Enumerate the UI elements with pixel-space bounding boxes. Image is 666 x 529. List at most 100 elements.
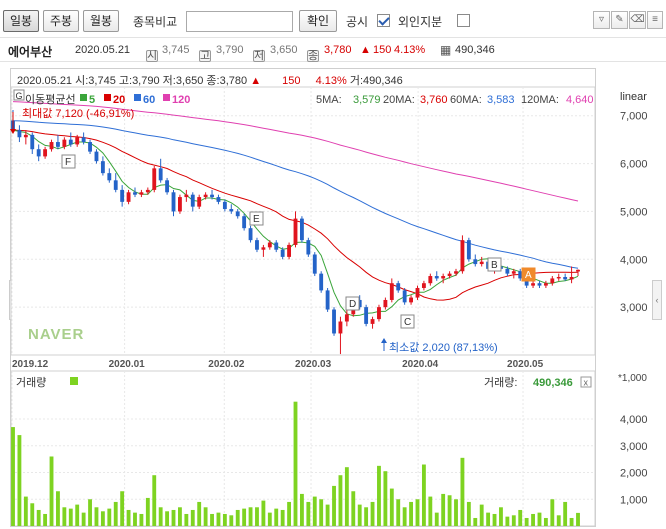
volume-bar [184, 513, 189, 526]
candle-body [88, 142, 92, 152]
candle-body [389, 283, 394, 300]
volume-bar [75, 504, 80, 526]
legend-ma120-swatch [163, 94, 170, 101]
ma120-name: 120MA: [521, 94, 559, 106]
volume-bar [43, 513, 48, 526]
volume-bar [447, 495, 452, 526]
volume-bar [235, 509, 240, 526]
price-tick-label: 5,000 [620, 206, 648, 218]
volume-bar [274, 508, 279, 526]
legend-ma60-swatch [134, 94, 141, 101]
volume-bar [120, 491, 125, 526]
candle-body [563, 276, 568, 280]
volume-bar [267, 512, 272, 526]
volume-tick-label: 2,000 [620, 468, 648, 480]
naver-logo: NAVER [28, 326, 84, 343]
volume-bar [171, 509, 176, 526]
price-tick-label: 7,000 [620, 111, 648, 123]
candle-body [364, 307, 369, 324]
legend-ma20-swatch [104, 94, 111, 101]
volume-bar [576, 512, 580, 526]
candle-body [447, 273, 452, 277]
candle-body [466, 240, 471, 260]
candle-body [126, 192, 131, 202]
marker-f-label: F [65, 157, 71, 168]
candle-body [415, 288, 420, 298]
candle-body [267, 242, 272, 248]
marker-e-label: E [253, 214, 260, 225]
volume-bar [190, 509, 195, 526]
scale-label[interactable]: linear [620, 91, 647, 103]
volume-bar [299, 493, 304, 526]
candle-body [81, 137, 86, 143]
volume-bar [242, 508, 247, 526]
candle-body [139, 192, 144, 195]
volume-bar [216, 512, 221, 526]
volume-bar [454, 499, 458, 526]
candle-body [222, 201, 227, 210]
candle-body [171, 192, 176, 212]
volume-bar [364, 507, 369, 526]
volume-bar [261, 500, 266, 526]
candle-body [30, 134, 35, 150]
candle-body [338, 321, 343, 334]
candle-body [23, 134, 28, 138]
candle-body [145, 189, 150, 193]
ma60-name: 60MA: [450, 94, 482, 106]
candle-body [178, 197, 182, 212]
volume-bar [441, 493, 446, 526]
volume-bar [100, 511, 105, 526]
ma5-name: 5MA: [316, 94, 342, 106]
volume-bar [492, 513, 497, 526]
volume-bar [107, 508, 112, 526]
candle-body [556, 276, 561, 279]
volume-bar [17, 435, 22, 526]
candle-body [428, 276, 433, 284]
candle-body [531, 283, 535, 286]
legend-ma60-label: 60 [143, 94, 155, 106]
candle-body [370, 319, 375, 324]
volume-bar [569, 517, 574, 526]
ma5-value: 3,579 [353, 94, 381, 106]
candle-body [576, 269, 580, 272]
volume-bar [255, 507, 259, 526]
volume-bar [133, 512, 137, 526]
volume-bar [351, 491, 356, 526]
candle-body [479, 261, 484, 265]
date-tick-label: 2020.02 [208, 359, 245, 370]
candle-body [184, 194, 189, 198]
candle-body [377, 307, 381, 320]
volume-bar [178, 507, 182, 526]
volume-bar [36, 509, 41, 526]
candle-body [460, 240, 465, 272]
candle-body [113, 180, 118, 190]
volume-bar [479, 504, 484, 526]
candle-body [383, 299, 388, 308]
candle-body [434, 276, 439, 279]
stock-chart[interactable]: 3,000 4,000 5,000 6,000 7,000 1,000 2,000 3,00… [0, 0, 666, 529]
candle-body [36, 149, 41, 157]
volume-bar [248, 507, 253, 526]
volume-bar [370, 501, 375, 526]
candle-body [75, 137, 80, 145]
volume-bar [434, 512, 439, 526]
candle-body [441, 276, 446, 279]
volume-bar [531, 513, 535, 526]
price-tick-label: 4,000 [620, 254, 648, 266]
volume-bar [338, 475, 343, 526]
max-label: 최대값 7,120 (-46,91%) [22, 107, 134, 120]
candle-body [421, 283, 426, 288]
legend-ma20-label: 20 [113, 94, 125, 106]
volume-bar [23, 496, 28, 526]
candle-body [49, 142, 54, 150]
volume-bar [56, 491, 60, 526]
volume-axis: 1,000 2,000 3,000 4,000 [620, 414, 648, 506]
volume-bar [11, 427, 15, 526]
candle-body [293, 218, 298, 245]
date-tick-label: 2020.01 [109, 359, 146, 370]
volume-bar [293, 401, 298, 526]
candle-body [100, 161, 105, 174]
candle-body [312, 254, 317, 274]
ma60-value: 3,583 [487, 94, 515, 106]
volume-bar [68, 508, 73, 526]
